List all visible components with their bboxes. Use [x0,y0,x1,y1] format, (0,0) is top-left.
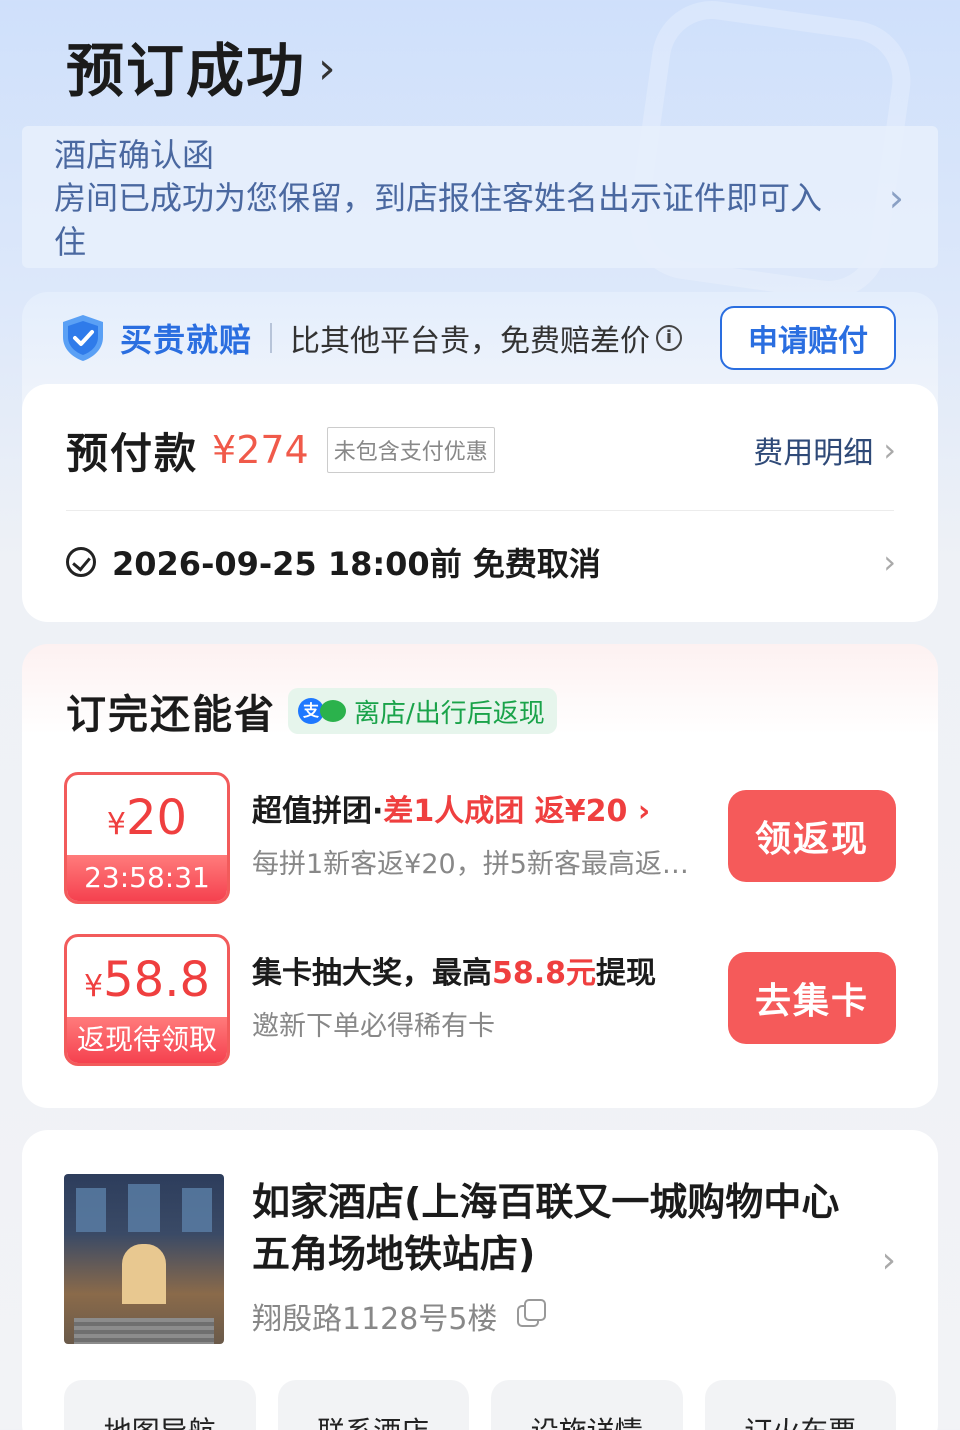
chevron-right-icon: › [883,543,896,581]
prepayment-card: 预付款 ¥274 未包含支付优惠 费用明细 › 2026-09-25 18:00… [22,384,938,622]
photo-steps [74,1318,214,1344]
price-guarantee-row: 买贵就赔 比其他平台贵，免费赔差价 i 申请赔付 [56,306,896,370]
photo-window [128,1184,160,1232]
offer-title-main: 集卡抽大奖，最高 [252,956,492,991]
contact-hotel-button[interactable]: 联系酒店 [277,1380,469,1430]
cashback-text: 离店/出行后返现 [354,698,545,729]
offer-body[interactable]: 集卡抽大奖，最高58.8元提现 邀新下单必得稀有卡 [252,948,706,1043]
payment-discount-tag: 未包含支付优惠 [326,427,495,473]
chevron-right-icon: › [637,794,651,829]
hotel-photo[interactable] [64,1174,224,1344]
savings-title: 订完还能省 [66,692,276,738]
chevron-right-icon: › [318,42,336,94]
fee-details-link[interactable]: 费用明细 [753,428,873,472]
currency-symbol: ¥ [106,807,126,842]
hotel-address: 翔殷路1128号5楼 [252,1294,547,1338]
hotel-info-card: 如家酒店(上海百联又一城购物中心五角场地铁站店) 翔殷路1128号5楼 › 地图… [22,1130,938,1430]
savings-card: 订完还能省 支 离店/出行后返现 ¥20 23:58:31 超值拼团·差1人成团… [22,644,938,1108]
divider [270,323,273,353]
prepayment-amount: ¥274 [212,428,309,472]
coupon-status: 返现待领取 [67,1017,227,1063]
cashback-coupon: ¥58.8 返现待领取 [64,934,230,1066]
offer-title-tail: 提现 [596,956,657,991]
offer-title: 集卡抽大奖，最高58.8元提现 [252,948,706,992]
countdown-timer: 23:58:31 [67,855,227,901]
book-train-ticket-button[interactable]: 订火车票 [704,1380,896,1430]
confirmation-title: 酒店确认函 [54,136,215,174]
offer-body[interactable]: 超值拼团·差1人成团 返¥20 › 每拼1新客返¥20，拼5新客最高返¥100 [252,786,706,881]
currency-symbol: ¥ [84,969,104,1004]
card-collect-offer: ¥58.8 返现待领取 集卡抽大奖，最高58.8元提现 邀新下单必得稀有卡 去集… [64,934,896,1066]
hotel-address-text: 翔殷路1128号5楼 [252,1302,498,1337]
offer-subtitle: 每拼1新客返¥20，拼5新客最高返¥100 [252,849,706,880]
photo-window [76,1188,106,1232]
copy-icon[interactable] [517,1299,547,1327]
prepayment-label: 预付款 [66,428,199,478]
coupon-amount: ¥58.8 [67,953,227,1014]
offer-title-highlight: 58.8元 [492,956,597,991]
hotel-confirmation-banner[interactable]: 酒店确认函 房间已成功为您保留，到店报住客姓名出示证件即可入住 › [22,126,938,268]
chevron-right-icon[interactable]: › [882,1240,896,1281]
coupon-value: 20 [126,790,188,846]
prepayment-row: 预付款 ¥274 未包含支付优惠 费用明细 › [66,418,896,482]
cashback-badge: 支 离店/出行后返现 [288,688,557,734]
hotel-actions: 地图导航 联系酒店 设施详情 订火车票 [64,1380,896,1430]
cashback-coupon: ¥20 23:58:31 [64,772,230,904]
price-guarantee-title: 买贵就赔 [120,321,253,359]
hotel-name[interactable]: 如家酒店(上海百联又一城购物中心五角场地铁站店) [252,1176,842,1280]
offer-title-main: 超值拼团· [252,794,384,829]
confirmation-text: 房间已成功为您保留，到店报住客姓名出示证件即可入住 [54,179,823,261]
page-header[interactable]: 预订成功 › [66,26,336,106]
collect-cards-button[interactable]: 去集卡 [728,952,896,1044]
coupon-amount: ¥20 [67,791,227,852]
price-guarantee-text: 比其他平台贵，免费赔差价 [290,324,651,359]
photo-entrance [122,1244,166,1304]
photo-window [182,1188,212,1232]
divider [66,510,894,511]
free-cancel-row[interactable]: 2026-09-25 18:00前 免费取消 › [66,532,896,592]
facility-details-button[interactable]: 设施详情 [491,1380,683,1430]
group-buy-offer: ¥20 23:58:31 超值拼团·差1人成团 返¥20 › 每拼1新客返¥20… [64,772,896,904]
apply-claim-button[interactable]: 申请赔付 [720,306,896,370]
chevron-right-icon: › [888,176,904,220]
chevron-right-icon: › [883,431,896,469]
wechat-icon [320,700,346,722]
check-circle-icon [66,547,96,577]
offer-title-highlight: 差1人成团 返¥20 [383,794,628,829]
coupon-value: 58.8 [103,952,210,1008]
page-title: 预订成功 [66,37,307,105]
offer-title: 超值拼团·差1人成团 返¥20 › [252,786,706,830]
offer-subtitle: 邀新下单必得稀有卡 [252,1011,495,1042]
info-icon[interactable]: i [656,325,683,351]
claim-cashback-button[interactable]: 领返现 [728,790,896,882]
free-cancel-text: 2026-09-25 18:00前 免费取消 [112,545,601,583]
savings-header: 订完还能省 支 离店/出行后返现 [66,684,557,738]
shield-check-icon [63,315,103,361]
map-navigation-button[interactable]: 地图导航 [64,1380,256,1430]
